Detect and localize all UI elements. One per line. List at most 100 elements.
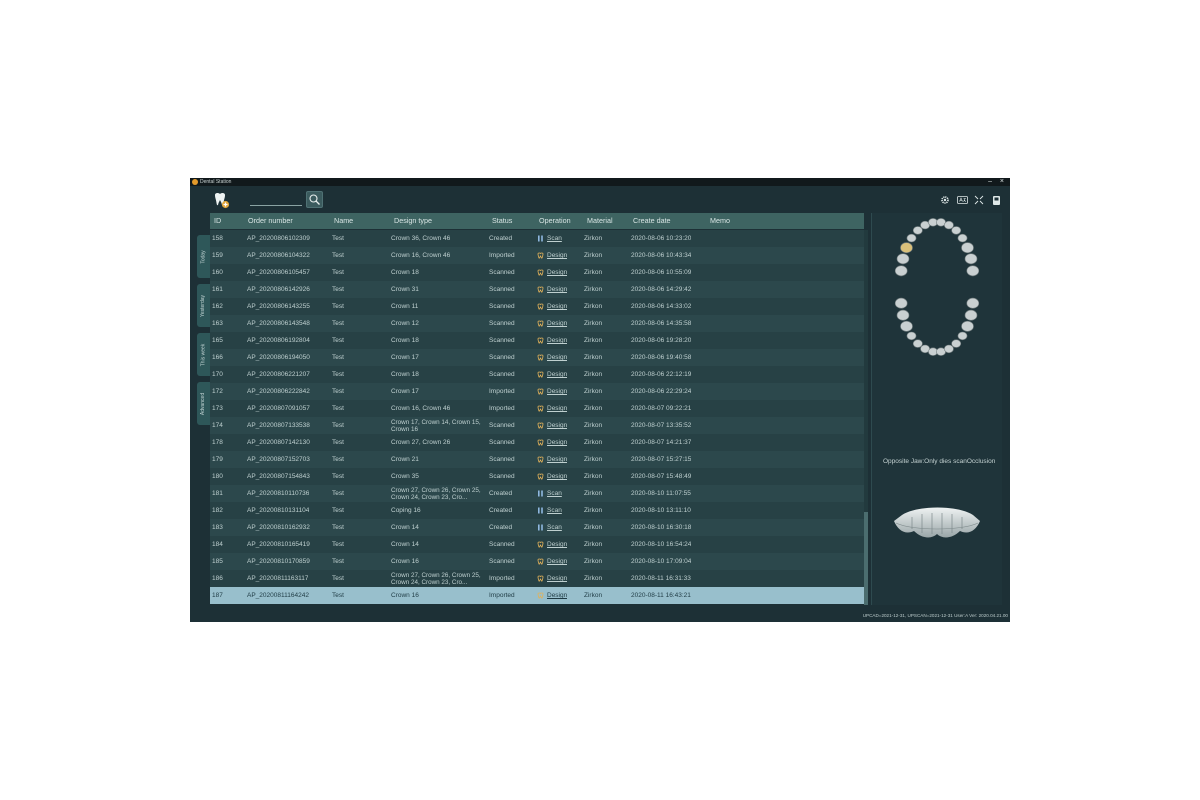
table-row[interactable]: 180 AP_20200807154843 Test Crown 35 Scanned D… [210, 468, 864, 485]
column-header-material[interactable]: Material [587, 213, 613, 229]
operation-link[interactable]: Scan [547, 230, 562, 247]
table-row[interactable]: 173 AP_20200807091057 Test Crown 16, Crown … [210, 400, 864, 417]
cell-operation[interactable]: Design [537, 366, 567, 383]
table-row[interactable]: 181 AP_20200810110736 Test Crown 27, Crown … [210, 485, 864, 502]
cell-operation[interactable]: Design [537, 417, 567, 434]
table-row[interactable]: 178 AP_20200807142130 Test Crown 27, Crown … [210, 434, 864, 451]
cell-operation[interactable]: Design [537, 468, 567, 485]
table-row[interactable]: 183 AP_20200810162932 Test Crown 14 Created S… [210, 519, 864, 536]
column-header-status[interactable]: Status [492, 213, 512, 229]
settings-button[interactable] [939, 194, 951, 206]
operation-link[interactable]: Design [547, 315, 567, 332]
cell-operation[interactable]: Design [537, 451, 567, 468]
tooth[interactable] [961, 320, 974, 332]
cell-operation[interactable]: Scan [537, 502, 562, 519]
table-row[interactable]: 185 AP_20200810170859 Test Crown 16 Scanned D… [210, 553, 864, 570]
language-button[interactable] [956, 194, 968, 206]
cell-operation[interactable]: Design [537, 332, 567, 349]
new-order-button[interactable] [212, 191, 230, 209]
cell-operation[interactable]: Design [537, 434, 567, 451]
table-row[interactable]: 163 AP_20200806143548 Test Crown 12 Scanned D… [210, 315, 864, 332]
operation-link[interactable]: Scan [547, 485, 562, 502]
tooth[interactable] [906, 233, 917, 243]
device-button[interactable] [990, 194, 1002, 206]
operation-link[interactable]: Design [547, 553, 567, 570]
cell-operation[interactable]: Design [537, 587, 567, 604]
cell-operation[interactable]: Design [537, 298, 567, 315]
table-row[interactable]: 179 AP_20200807152703 Test Crown 21 Scanned D… [210, 451, 864, 468]
table-row[interactable]: 174 AP_20200807133538 Test Crown 17, Crown … [210, 417, 864, 434]
tab-advanced[interactable]: Advanced [197, 382, 210, 425]
table-row[interactable]: 162 AP_20200806143255 Test Crown 11 Scanned D… [210, 298, 864, 315]
operation-link[interactable]: Design [547, 417, 567, 434]
tooth[interactable] [966, 297, 980, 309]
tab-yesterday[interactable]: Yesterday [197, 284, 210, 327]
scroll-thumb[interactable] [864, 512, 868, 605]
tooth[interactable] [894, 265, 908, 277]
table-row[interactable]: 170 AP_20200806221207 Test Crown 18 Scanned D… [210, 366, 864, 383]
tooth[interactable] [896, 309, 910, 321]
tooth[interactable] [944, 220, 954, 230]
table-row[interactable]: 182 AP_20200810131104 Test Coping 16 Created… [210, 502, 864, 519]
operation-link[interactable]: Scan [547, 502, 562, 519]
cell-operation[interactable]: Scan [537, 230, 562, 247]
table-row[interactable]: 184 AP_20200810165419 Test Crown 14 Scanned D… [210, 536, 864, 553]
cell-operation[interactable]: Scan [537, 519, 562, 536]
operation-link[interactable]: Design [547, 587, 567, 604]
fullscreen-button[interactable] [973, 194, 985, 206]
table-row[interactable]: 166 AP_20200806194050 Test Crown 17 Scanned D… [210, 349, 864, 366]
operation-link[interactable]: Design [547, 264, 567, 281]
operation-link[interactable]: Design [547, 332, 567, 349]
tooth[interactable] [900, 320, 913, 332]
minimize-button[interactable]: – [988, 178, 992, 186]
tab-today[interactable]: Today [197, 235, 210, 278]
cell-operation[interactable]: Scan [537, 485, 562, 502]
tooth[interactable] [900, 242, 913, 254]
column-header-create-date[interactable]: Create date [633, 213, 671, 229]
cell-operation[interactable]: Design [537, 247, 567, 264]
tooth[interactable] [944, 344, 954, 354]
table-row[interactable]: 187 AP_20200811164242 Test Crown 16 Imported… [210, 587, 864, 604]
operation-link[interactable]: Design [547, 383, 567, 400]
cell-operation[interactable]: Design [537, 264, 567, 281]
tooth[interactable] [957, 331, 968, 341]
tooth[interactable] [957, 233, 968, 243]
operation-link[interactable]: Design [547, 366, 567, 383]
operation-link[interactable]: Design [547, 434, 567, 451]
tooth[interactable] [896, 253, 910, 265]
operation-link[interactable]: Design [547, 468, 567, 485]
table-row[interactable]: 159 AP_20200806104322 Test Crown 16, Crown … [210, 247, 864, 264]
table-row[interactable]: 186 AP_20200811163117 Test Crown 27, Crown … [210, 570, 864, 587]
cell-operation[interactable]: Design [537, 570, 567, 587]
tooth[interactable] [894, 297, 908, 309]
cell-operation[interactable]: Design [537, 281, 567, 298]
tooth[interactable] [951, 339, 962, 348]
search-button[interactable] [306, 191, 323, 208]
tooth[interactable] [912, 339, 923, 348]
operation-link[interactable]: Scan [547, 519, 562, 536]
tooth[interactable] [961, 242, 974, 254]
tooth[interactable] [951, 226, 962, 235]
table-row[interactable]: 165 AP_20200806192804 Test Crown 18 Scanned D… [210, 332, 864, 349]
table-row[interactable]: 160 AP_20200806105457 Test Crown 18 Scanned D… [210, 264, 864, 281]
table-scrollbar[interactable] [864, 230, 868, 605]
column-header-id[interactable]: ID [214, 213, 221, 229]
operation-link[interactable]: Design [547, 298, 567, 315]
column-header-name[interactable]: Name [334, 213, 353, 229]
cell-operation[interactable]: Design [537, 400, 567, 417]
tooth[interactable] [906, 331, 917, 341]
cell-operation[interactable]: Design [537, 315, 567, 332]
search-input[interactable] [250, 194, 302, 206]
operation-link[interactable]: Design [547, 281, 567, 298]
cell-operation[interactable]: Design [537, 383, 567, 400]
cell-operation[interactable]: Design [537, 536, 567, 553]
column-header-memo[interactable]: Memo [710, 213, 730, 229]
tooth[interactable] [912, 226, 923, 235]
table-row[interactable]: 172 AP_20200806222842 Test Crown 17 Imported… [210, 383, 864, 400]
operation-link[interactable]: Design [547, 536, 567, 553]
cell-operation[interactable]: Design [537, 349, 567, 366]
tab-this-week[interactable]: This week [197, 333, 210, 376]
table-row[interactable]: 161 AP_20200806142926 Test Crown 31 Scanned D… [210, 281, 864, 298]
cell-operation[interactable]: Design [537, 553, 567, 570]
operation-link[interactable]: Design [547, 451, 567, 468]
